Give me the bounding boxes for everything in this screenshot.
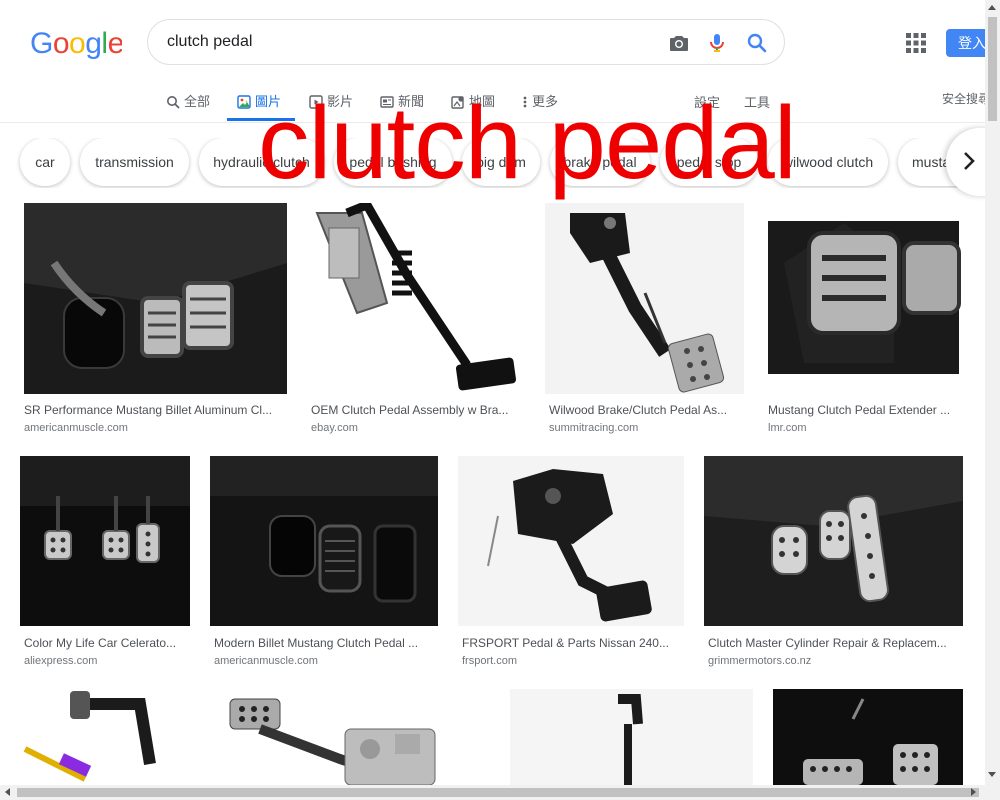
svg-text:Google: Google [30, 27, 122, 60]
result-thumbnail[interactable] [545, 203, 744, 394]
result-domain: frsport.com [462, 655, 518, 667]
search-icon [167, 96, 180, 109]
camera-icon[interactable] [667, 31, 691, 55]
horizontal-scrollbar-thumb[interactable] [17, 788, 979, 797]
scroll-up-arrow-icon[interactable] [988, 5, 996, 10]
chip-transmission[interactable]: transmission [80, 138, 189, 186]
result-thumbnail[interactable] [773, 689, 963, 785]
result-thumbnail[interactable] [20, 689, 200, 785]
result-thumbnail[interactable] [458, 456, 684, 626]
result-domain: americanmuscle.com [214, 655, 318, 667]
result-domain: lmr.com [768, 422, 807, 434]
tab-all-label: 全部 [184, 94, 211, 109]
search-icon[interactable] [745, 31, 769, 55]
apps-grid-icon[interactable] [905, 32, 927, 54]
scroll-right-arrow-icon[interactable] [971, 788, 976, 796]
result-title[interactable]: Modern Billet Mustang Clutch Pedal ... [214, 636, 436, 650]
result-thumbnail[interactable] [24, 203, 287, 394]
search-input[interactable]: clutch pedal [167, 33, 252, 51]
result-domain: americanmuscle.com [24, 422, 128, 434]
result-title[interactable]: Wilwood Brake/Clutch Pedal As... [549, 403, 741, 417]
result-domain: summitracing.com [549, 422, 639, 434]
microphone-icon[interactable] [705, 31, 729, 55]
result-title[interactable]: FRSPORT Pedal & Parts Nissan 240... [462, 636, 684, 650]
chip-car[interactable]: car [20, 138, 70, 186]
vertical-scrollbar-thumb[interactable] [988, 17, 997, 121]
overlay-caption: clutch pedal [258, 85, 797, 200]
result-domain: ebay.com [311, 422, 358, 434]
safesearch-link[interactable]: 安全搜尋 [942, 90, 990, 107]
result-thumbnail[interactable] [220, 689, 490, 785]
result-thumbnail[interactable] [20, 456, 190, 626]
tab-all[interactable]: 全部 [166, 91, 210, 121]
result-title[interactable]: OEM Clutch Pedal Assembly w Bra... [311, 403, 521, 417]
search-box[interactable]: clutch pedal [147, 19, 785, 65]
result-thumbnail[interactable] [704, 456, 963, 626]
result-title[interactable]: Mustang Clutch Pedal Extender ... [768, 403, 960, 417]
result-domain: aliexpress.com [24, 655, 98, 667]
result-title[interactable]: Color My Life Car Celerato... [24, 636, 190, 650]
image-icon [237, 95, 251, 109]
scroll-left-arrow-icon[interactable] [5, 788, 10, 796]
result-thumbnail[interactable] [764, 203, 963, 394]
google-logo[interactable]: Google [30, 26, 122, 60]
result-thumbnail[interactable] [510, 689, 753, 785]
scroll-down-arrow-icon[interactable] [988, 772, 996, 777]
chevron-right-icon [964, 152, 975, 170]
result-title[interactable]: Clutch Master Cylinder Repair & Replacem… [708, 636, 963, 650]
result-thumbnail[interactable] [307, 203, 525, 394]
result-title[interactable]: SR Performance Mustang Billet Aluminum C… [24, 403, 286, 417]
result-domain: grimmermotors.co.nz [708, 655, 812, 667]
result-thumbnail[interactable] [210, 456, 438, 626]
